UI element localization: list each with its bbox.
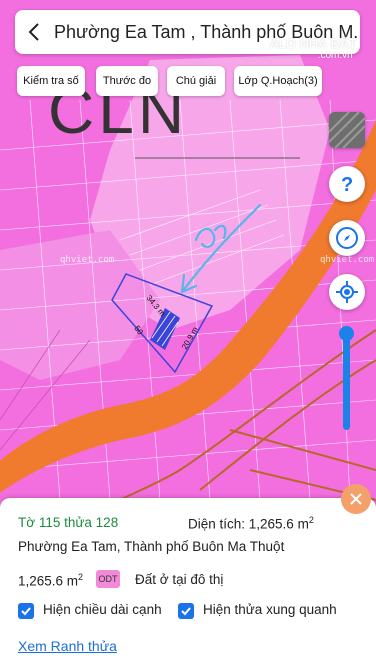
close-icon [350, 493, 362, 505]
show-edge-length-checkbox[interactable] [18, 603, 34, 619]
svg-text:?: ? [341, 174, 353, 195]
land-use-type: Đất ở tại đô thị [135, 572, 224, 587]
measure-button[interactable]: Thước đo [96, 66, 158, 96]
compass-icon [336, 227, 358, 249]
parcel-address: Phường Ea Tam, Thành phố Buôn Ma Thuột [18, 539, 285, 554]
back-icon [29, 23, 40, 41]
help-icon: ? [341, 174, 353, 195]
show-neighbors-checkbox[interactable] [178, 603, 194, 619]
view-boundary-link[interactable]: Xem Ranh thửa [18, 638, 117, 654]
legend-button[interactable]: Chú giải [167, 66, 225, 96]
opacity-slider-handle[interactable] [339, 326, 354, 341]
land-code-badge: ODT [96, 570, 120, 588]
help-button[interactable]: ? [329, 166, 365, 202]
parcel-area-label: Diện tích: 1,265.6 m2 [188, 515, 314, 532]
back-button[interactable] [15, 10, 54, 54]
show-neighbors-label[interactable]: Hiện thửa xung quanh [203, 602, 337, 617]
brand-watermark: ALO NHÀ ĐẤT .com.vn [270, 36, 357, 62]
map-watermark-1: qhviet.com [60, 255, 114, 265]
planning-layer-button[interactable]: Lớp Q.Hoạch(3) [234, 66, 322, 96]
close-panel-button[interactable] [341, 484, 371, 514]
watermark-line-1: ALO NHÀ ĐẤT [270, 36, 357, 51]
check-number-button[interactable]: Kiểm tra số [17, 66, 85, 96]
opacity-slider[interactable] [343, 332, 350, 430]
map-watermark-2: qhviet.com [320, 255, 374, 265]
parcel-id: Tờ 115 thửa 128 [18, 515, 119, 530]
satellite-thumbnail-icon [329, 112, 365, 148]
check-icon [21, 607, 31, 616]
basemap-switcher[interactable] [329, 112, 365, 148]
my-location-button[interactable] [329, 274, 365, 310]
locate-icon [336, 281, 358, 303]
show-edge-length-label[interactable]: Hiện chiều dài cạnh [43, 602, 162, 617]
compass-button[interactable] [329, 220, 365, 256]
check-icon [181, 607, 191, 616]
parcel-area-value: 1,265.6 m2 [18, 572, 84, 589]
watermark-line-2: .com.vn [317, 50, 353, 61]
map-toolbar: Kiểm tra số Thước đo Chú giải Lớp Q.Hoạc… [0, 66, 376, 98]
